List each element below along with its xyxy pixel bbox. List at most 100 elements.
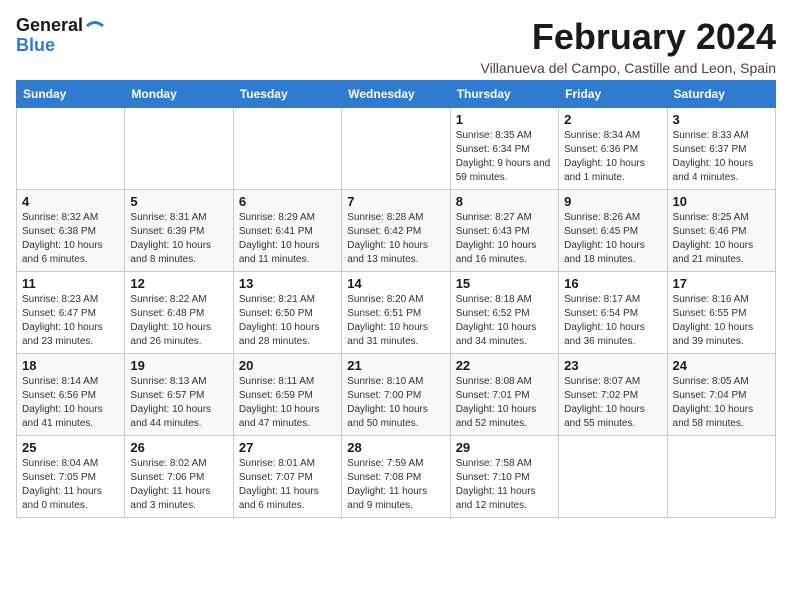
calendar-cell: 7 Sunrise: 8:28 AM Sunset: 6:42 PM Daylig… (342, 190, 450, 272)
day-number: 9 (564, 194, 661, 209)
calendar-subtitle: Villanueva del Campo, Castille and Leon,… (481, 60, 777, 76)
calendar-cell: 17 Sunrise: 8:16 AM Sunset: 6:55 PM Dayli… (667, 272, 775, 354)
calendar-cell: 25 Sunrise: 8:04 AM Sunset: 7:05 PM Dayli… (17, 436, 125, 518)
day-number: 7 (347, 194, 444, 209)
day-number: 25 (22, 440, 119, 455)
header-monday: Monday (125, 81, 233, 108)
day-info: Sunrise: 8:02 AM Sunset: 7:06 PM Dayligh… (130, 457, 227, 513)
header-saturday: Saturday (667, 81, 775, 108)
day-info: Sunrise: 8:35 AM Sunset: 6:34 PM Dayligh… (456, 129, 553, 185)
calendar-week-2: 4 Sunrise: 8:32 AM Sunset: 6:38 PM Daylig… (17, 190, 776, 272)
calendar-cell: 1 Sunrise: 8:35 AM Sunset: 6:34 PM Daylig… (450, 108, 558, 190)
calendar-cell: 27 Sunrise: 8:01 AM Sunset: 7:07 PM Dayli… (233, 436, 341, 518)
calendar-cell: 11 Sunrise: 8:23 AM Sunset: 6:47 PM Dayli… (17, 272, 125, 354)
day-number: 12 (130, 276, 227, 291)
title-block: February 2024 Villanueva del Campo, Cast… (481, 16, 777, 76)
calendar-week-4: 18 Sunrise: 8:14 AM Sunset: 6:56 PM Dayli… (17, 354, 776, 436)
calendar-table: Sunday Monday Tuesday Wednesday Thursday… (16, 80, 776, 518)
calendar-cell: 22 Sunrise: 8:08 AM Sunset: 7:01 PM Dayli… (450, 354, 558, 436)
calendar-cell: 12 Sunrise: 8:22 AM Sunset: 6:48 PM Dayli… (125, 272, 233, 354)
day-number: 6 (239, 194, 336, 209)
calendar-cell: 5 Sunrise: 8:31 AM Sunset: 6:39 PM Daylig… (125, 190, 233, 272)
day-number: 3 (673, 112, 770, 127)
calendar-cell: 28 Sunrise: 7:59 AM Sunset: 7:08 PM Dayli… (342, 436, 450, 518)
logo-bird-icon (85, 19, 105, 33)
day-number: 21 (347, 358, 444, 373)
calendar-cell: 8Sunrise: 8:27 AM Sunset: 6:43 PM Daylig… (450, 190, 558, 272)
day-number: 27 (239, 440, 336, 455)
day-number: 17 (673, 276, 770, 291)
day-info: Sunrise: 8:14 AM Sunset: 6:56 PM Dayligh… (22, 375, 119, 431)
day-number: 22 (456, 358, 553, 373)
header-thursday: Thursday (450, 81, 558, 108)
calendar-cell: 24 Sunrise: 8:05 AM Sunset: 7:04 PM Dayli… (667, 354, 775, 436)
day-number: 11 (22, 276, 119, 291)
day-number: 18 (22, 358, 119, 373)
day-number: 23 (564, 358, 661, 373)
calendar-cell: 18 Sunrise: 8:14 AM Sunset: 6:56 PM Dayli… (17, 354, 125, 436)
calendar-cell (342, 108, 450, 190)
day-info: Sunrise: 8:16 AM Sunset: 6:55 PM Dayligh… (673, 293, 770, 349)
day-number: 29 (456, 440, 553, 455)
day-info: Sunrise: 8:23 AM Sunset: 6:47 PM Dayligh… (22, 293, 119, 349)
day-info: Sunrise: 8:08 AM Sunset: 7:01 PM Dayligh… (456, 375, 553, 431)
calendar-cell: 13Sunrise: 8:21 AM Sunset: 6:50 PM Dayli… (233, 272, 341, 354)
day-info: Sunrise: 8:01 AM Sunset: 7:07 PM Dayligh… (239, 457, 336, 513)
calendar-cell: 10 Sunrise: 8:25 AM Sunset: 6:46 PM Dayli… (667, 190, 775, 272)
day-number: 24 (673, 358, 770, 373)
calendar-week-1: 1 Sunrise: 8:35 AM Sunset: 6:34 PM Daylig… (17, 108, 776, 190)
day-info: Sunrise: 8:04 AM Sunset: 7:05 PM Dayligh… (22, 457, 119, 513)
day-info: Sunrise: 8:05 AM Sunset: 7:04 PM Dayligh… (673, 375, 770, 431)
calendar-cell (233, 108, 341, 190)
day-info: Sunrise: 7:58 AM Sunset: 7:10 PM Dayligh… (456, 457, 553, 513)
day-info: Sunrise: 8:34 AM Sunset: 6:36 PM Dayligh… (564, 129, 661, 185)
calendar-cell: 6 Sunrise: 8:29 AM Sunset: 6:41 PM Daylig… (233, 190, 341, 272)
day-info: Sunrise: 8:26 AM Sunset: 6:45 PM Dayligh… (564, 211, 661, 267)
day-number: 20 (239, 358, 336, 373)
day-number: 4 (22, 194, 119, 209)
day-info: Sunrise: 8:25 AM Sunset: 6:46 PM Dayligh… (673, 211, 770, 267)
calendar-cell: 29 Sunrise: 7:58 AM Sunset: 7:10 PM Dayli… (450, 436, 558, 518)
page-header: General Blue February 2024 Villanueva de… (16, 16, 776, 76)
header-sunday: Sunday (17, 81, 125, 108)
day-info: Sunrise: 8:22 AM Sunset: 6:48 PM Dayligh… (130, 293, 227, 349)
day-number: 13 (239, 276, 336, 291)
day-info: Sunrise: 8:17 AM Sunset: 6:54 PM Dayligh… (564, 293, 661, 349)
day-number: 2 (564, 112, 661, 127)
day-info: Sunrise: 8:20 AM Sunset: 6:51 PM Dayligh… (347, 293, 444, 349)
header-wednesday: Wednesday (342, 81, 450, 108)
logo: General Blue (16, 16, 105, 56)
calendar-cell: 21 Sunrise: 8:10 AM Sunset: 7:00 PM Dayli… (342, 354, 450, 436)
day-number: 10 (673, 194, 770, 209)
day-number: 28 (347, 440, 444, 455)
calendar-cell (667, 436, 775, 518)
day-number: 8 (456, 194, 553, 209)
calendar-cell: 19Sunrise: 8:13 AM Sunset: 6:57 PM Dayli… (125, 354, 233, 436)
day-info: Sunrise: 8:28 AM Sunset: 6:42 PM Dayligh… (347, 211, 444, 267)
day-info: Sunrise: 8:31 AM Sunset: 6:39 PM Dayligh… (130, 211, 227, 267)
calendar-cell: 14Sunrise: 8:20 AM Sunset: 6:51 PM Dayli… (342, 272, 450, 354)
calendar-title: February 2024 (481, 16, 777, 58)
day-info: Sunrise: 8:10 AM Sunset: 7:00 PM Dayligh… (347, 375, 444, 431)
calendar-cell: 16 Sunrise: 8:17 AM Sunset: 6:54 PM Dayli… (559, 272, 667, 354)
day-info: Sunrise: 8:11 AM Sunset: 6:59 PM Dayligh… (239, 375, 336, 431)
day-number: 16 (564, 276, 661, 291)
day-info: Sunrise: 8:07 AM Sunset: 7:02 PM Dayligh… (564, 375, 661, 431)
header-row: Sunday Monday Tuesday Wednesday Thursday… (17, 81, 776, 108)
day-info: Sunrise: 8:18 AM Sunset: 6:52 PM Dayligh… (456, 293, 553, 349)
day-number: 19 (130, 358, 227, 373)
day-number: 5 (130, 194, 227, 209)
calendar-cell: 2 Sunrise: 8:34 AM Sunset: 6:36 PM Daylig… (559, 108, 667, 190)
day-number: 26 (130, 440, 227, 455)
calendar-cell: 26 Sunrise: 8:02 AM Sunset: 7:06 PM Dayli… (125, 436, 233, 518)
day-number: 15 (456, 276, 553, 291)
calendar-cell: 23 Sunrise: 8:07 AM Sunset: 7:02 PM Dayli… (559, 354, 667, 436)
day-info: Sunrise: 7:59 AM Sunset: 7:08 PM Dayligh… (347, 457, 444, 513)
calendar-cell (559, 436, 667, 518)
day-info: Sunrise: 8:32 AM Sunset: 6:38 PM Dayligh… (22, 211, 119, 267)
day-info: Sunrise: 8:29 AM Sunset: 6:41 PM Dayligh… (239, 211, 336, 267)
header-tuesday: Tuesday (233, 81, 341, 108)
calendar-cell: 20 Sunrise: 8:11 AM Sunset: 6:59 PM Dayli… (233, 354, 341, 436)
header-friday: Friday (559, 81, 667, 108)
day-number: 1 (456, 112, 553, 127)
